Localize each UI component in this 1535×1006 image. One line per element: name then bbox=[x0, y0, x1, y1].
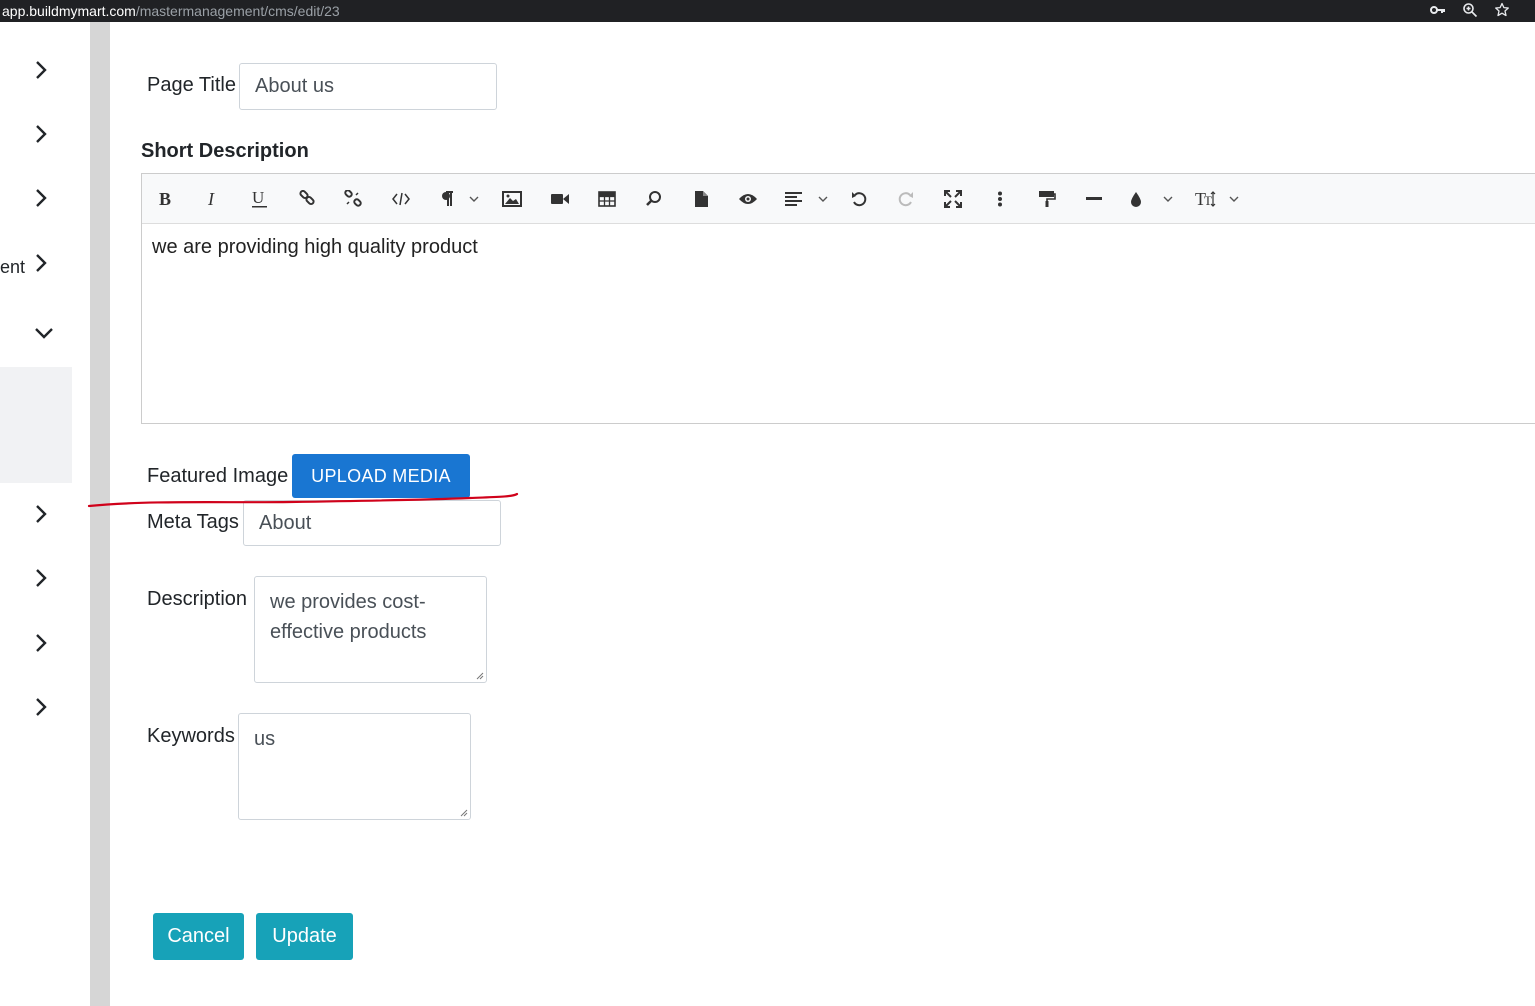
code-icon[interactable] bbox=[390, 186, 412, 212]
page-title-label: Page Title bbox=[147, 74, 236, 96]
resize-grip-icon[interactable] bbox=[459, 808, 468, 817]
search-icon[interactable] bbox=[642, 186, 666, 212]
url-text[interactable]: app.buildmymart.com/mastermanagement/cms… bbox=[0, 3, 340, 19]
paragraph-icon[interactable] bbox=[438, 186, 484, 212]
url-host: app.buildmymart.com bbox=[2, 3, 136, 19]
svg-text:T: T bbox=[1204, 193, 1212, 208]
color-icon[interactable] bbox=[1128, 186, 1176, 212]
file-icon[interactable] bbox=[689, 186, 713, 212]
chevron-right-icon bbox=[36, 125, 47, 143]
editor-content[interactable]: we are providing high quality product bbox=[152, 236, 478, 259]
video-icon[interactable] bbox=[548, 186, 572, 212]
sidebar-item-3[interactable] bbox=[0, 178, 90, 218]
align-icon[interactable] bbox=[783, 186, 831, 212]
chevron-right-icon bbox=[36, 634, 47, 652]
preview-icon[interactable] bbox=[736, 186, 760, 212]
keywords-textarea[interactable]: us bbox=[238, 713, 471, 820]
meta-tags-label: Meta Tags bbox=[147, 511, 239, 533]
horizontal-rule-icon[interactable] bbox=[1082, 186, 1106, 212]
featured-image-label: Featured Image bbox=[147, 465, 289, 487]
editor-toolbar: B I U TT bbox=[142, 174, 1535, 224]
resize-grip-icon[interactable] bbox=[475, 671, 484, 680]
description-textarea[interactable]: we provides cost-effective products bbox=[254, 576, 487, 683]
sidebar-item-1[interactable] bbox=[0, 50, 90, 90]
table-icon[interactable] bbox=[595, 186, 619, 212]
svg-text:U: U bbox=[252, 189, 264, 207]
key-icon[interactable] bbox=[1428, 0, 1448, 20]
meta-tags-input[interactable]: About bbox=[243, 500, 501, 546]
unlink-icon[interactable] bbox=[342, 186, 364, 212]
sidebar: ent bbox=[0, 22, 90, 1006]
chevron-right-icon bbox=[36, 505, 47, 523]
browser-address-bar[interactable]: app.buildmymart.com/mastermanagement/cms… bbox=[0, 0, 1535, 22]
keywords-text: us bbox=[254, 728, 276, 750]
sidebar-item-5[interactable] bbox=[0, 313, 90, 353]
cms-edit-form: Page Title About us Short Description B … bbox=[110, 32, 1535, 1002]
link-icon[interactable] bbox=[296, 186, 318, 212]
chevron-down-icon bbox=[35, 328, 53, 339]
sidebar-item-4[interactable]: ent bbox=[0, 246, 90, 286]
content-gutter bbox=[90, 22, 110, 1006]
keywords-label: Keywords bbox=[147, 725, 235, 747]
bold-icon[interactable]: B bbox=[156, 186, 176, 212]
update-button[interactable]: Update bbox=[256, 913, 353, 960]
sidebar-item-8[interactable] bbox=[0, 623, 90, 663]
chevron-right-icon bbox=[36, 189, 47, 207]
sidebar-item-2[interactable] bbox=[0, 114, 90, 154]
underline-icon[interactable]: U bbox=[249, 186, 271, 212]
font-size-icon[interactable]: TT bbox=[1194, 186, 1244, 212]
svg-text:I: I bbox=[207, 190, 215, 208]
star-icon[interactable] bbox=[1492, 0, 1512, 20]
description-text: we provides cost-effective products bbox=[270, 591, 427, 643]
svg-text:B: B bbox=[159, 190, 171, 208]
chevron-right-icon bbox=[36, 254, 47, 272]
fullscreen-icon[interactable] bbox=[941, 186, 965, 212]
url-path: /mastermanagement/cms/edit/23 bbox=[135, 3, 340, 19]
chevron-right-icon bbox=[36, 569, 47, 587]
chevron-right-icon bbox=[36, 61, 47, 79]
sidebar-item-7[interactable] bbox=[0, 558, 90, 598]
italic-icon[interactable]: I bbox=[203, 186, 223, 212]
undo-icon[interactable] bbox=[847, 186, 871, 212]
sidebar-item-label: ent bbox=[0, 257, 26, 277]
sidebar-item-9[interactable] bbox=[0, 687, 90, 727]
upload-media-button[interactable]: UPLOAD MEDIA bbox=[292, 454, 470, 498]
image-icon[interactable] bbox=[500, 186, 524, 212]
cancel-button[interactable]: Cancel bbox=[153, 913, 244, 960]
more-icon[interactable] bbox=[988, 186, 1012, 212]
sidebar-item-6[interactable] bbox=[0, 494, 90, 534]
sidebar-active-submenu[interactable] bbox=[0, 367, 72, 483]
page-title-input[interactable]: About us bbox=[239, 63, 497, 110]
short-description-label: Short Description bbox=[141, 140, 309, 162]
format-painter-icon[interactable] bbox=[1035, 186, 1059, 212]
description-label: Description bbox=[147, 588, 248, 610]
rich-text-editor: B I U TT we are providing high quality p… bbox=[141, 173, 1535, 424]
zoom-icon[interactable] bbox=[1460, 0, 1480, 20]
chevron-right-icon bbox=[36, 698, 47, 716]
redo-icon[interactable] bbox=[894, 186, 918, 212]
